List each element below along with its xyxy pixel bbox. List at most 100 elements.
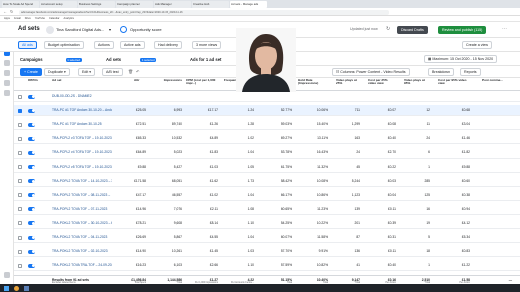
adset-name-link[interactable]: DUB-00-OD-2S - DNAME2 bbox=[52, 91, 112, 102]
adset-name-link[interactable]: TRA-POPL2 TOVA TOF – 08-11-2023 – bbox=[52, 190, 112, 201]
row-checkbox[interactable] bbox=[18, 122, 22, 127]
tab-campaigns[interactable]: Campaigns 1 selected bbox=[20, 55, 82, 65]
bookmark-item[interactable]: Analytics bbox=[64, 16, 74, 21]
col-header-onoff[interactable]: Off/On bbox=[28, 78, 38, 82]
row-on-off-toggle[interactable] bbox=[28, 235, 35, 240]
browser-tab[interactable]: Ad account setup bbox=[40, 1, 77, 8]
table-row[interactable]: TRA-PC #1 TOF Andom 30-10-25 £72.51 89,740… bbox=[14, 119, 520, 131]
refresh-icon[interactable]: ↻ bbox=[386, 26, 390, 32]
table-row[interactable]: TRA-POPL2 TOVA TOF – 08-11-2023 – £47.17 4… bbox=[14, 190, 520, 201]
opportunity-score[interactable]: Opportunity score bbox=[130, 27, 162, 32]
adset-name-link[interactable]: TRA-POKL2 TOVA TOF – 02-10-2023 bbox=[52, 246, 112, 257]
table-row[interactable]: TRA-POPL2 TOVA TOF – 14-10-2023 – 35% o.… bbox=[14, 176, 520, 187]
row-checkbox[interactable] bbox=[18, 108, 22, 113]
adset-name-link[interactable]: TRA-POKL2 TOVA TOF – 30-10-2023 – bank..… bbox=[52, 218, 112, 229]
col-header-cost-95[interactable]: Cost per 95% video view bbox=[438, 78, 470, 86]
browser-tab-active[interactable]: Ad sets - Manage ads bbox=[230, 1, 267, 8]
row-checkbox[interactable] bbox=[18, 165, 22, 169]
bookmark-item[interactable]: Apps bbox=[4, 16, 10, 21]
adset-name-link[interactable]: TRA-POPL2 TOVA TOF – 14-10-2023 – 35% o.… bbox=[52, 176, 112, 187]
reports-button[interactable]: Reports bbox=[460, 68, 481, 76]
chevron-down-icon[interactable]: ▾ bbox=[109, 27, 111, 32]
col-header-cost-25[interactable]: Cost per 25% video view bbox=[368, 78, 396, 86]
more-options-icon[interactable]: ⋯ bbox=[502, 26, 507, 32]
row-checkbox[interactable] bbox=[18, 150, 22, 155]
row-checkbox[interactable] bbox=[18, 249, 22, 254]
browser-tab[interactable]: Campaign planner bbox=[116, 1, 153, 8]
col-header-attr[interactable]: Attr bbox=[134, 78, 140, 82]
duplicate-button[interactable]: Duplicate ▾ bbox=[44, 68, 70, 76]
had-delivery-view[interactable]: Had delivery bbox=[154, 41, 182, 49]
adset-name-link[interactable]: TRA-POPL2 TOVA TOF – 07-11-2023 bbox=[52, 204, 112, 215]
row-on-off-toggle[interactable] bbox=[28, 94, 35, 99]
edit-button[interactable]: Edit ▾ bbox=[78, 68, 96, 76]
ab-test-button[interactable]: A/B test bbox=[102, 68, 123, 76]
bookmark-item[interactable]: Drive bbox=[25, 16, 31, 21]
row-on-off-toggle[interactable] bbox=[28, 179, 35, 184]
account-selector[interactable]: Tina Sandford Digital Ads... bbox=[56, 27, 104, 32]
windows-start-icon[interactable] bbox=[4, 285, 9, 291]
browser-tab[interactable]: Business Settings bbox=[78, 1, 115, 8]
row-on-off-toggle[interactable] bbox=[28, 207, 35, 212]
table-row[interactable]: TRA-POPL2 TOVA TOF – 07-11-2023 £14.96 7,0… bbox=[14, 204, 520, 215]
url-field[interactable]: adsmanager.facebook.com/adsmanager/manag… bbox=[19, 9, 389, 15]
adset-name-link[interactable]: TRA-POKL2 TOVA TRA-TOF – 24-09-2023 bbox=[52, 260, 112, 271]
row-on-off-toggle[interactable] bbox=[28, 108, 35, 113]
adset-name-link[interactable]: TRA-PC #1 TOF Andom 30-10-25 bbox=[52, 119, 112, 130]
col-header-impressions[interactable]: Impressions bbox=[152, 78, 182, 82]
reload-icon[interactable]: ↻ bbox=[10, 9, 13, 14]
row-on-off-toggle[interactable] bbox=[28, 165, 35, 169]
table-row[interactable]: TRA-PCPL2 v5 TOFA TOF – 19-10-2023 £9.88 5… bbox=[14, 162, 520, 173]
table-row[interactable]: TRA-POKL2 TOVA TRA-TOF – 24-09-2023 £16.2… bbox=[14, 260, 520, 272]
table-row[interactable]: TRA-POKL2 TOVA TOF – 02-10-2023 £14.90 10,… bbox=[14, 246, 520, 258]
budget-optimisation-view[interactable]: Budget optimisation bbox=[44, 41, 84, 49]
table-row[interactable]: TRA-PCPL2 v3 TOFA TOF – 19-10-2023 £65.33… bbox=[14, 133, 520, 145]
tab-adsets[interactable]: Ad sets 1 selected bbox=[106, 55, 157, 65]
create-view-button[interactable]: Create a view bbox=[462, 41, 492, 49]
col-header-adset[interactable]: Ad set bbox=[52, 78, 61, 82]
table-row[interactable]: TRA-POKL2 TOVA TOF – 04-11-2023 £26.69 5,8… bbox=[14, 232, 520, 244]
reports-icon[interactable] bbox=[4, 70, 10, 76]
all-ads-view[interactable]: All ads bbox=[18, 41, 37, 49]
browser-taskbar-icon[interactable] bbox=[14, 285, 19, 291]
row-on-off-toggle[interactable] bbox=[28, 122, 35, 127]
row-checkbox[interactable] bbox=[18, 235, 22, 240]
app-taskbar-icon[interactable] bbox=[24, 285, 29, 291]
row-checkbox[interactable] bbox=[18, 207, 22, 212]
row-checkbox[interactable] bbox=[18, 94, 22, 99]
col-header-video-95[interactable]: Video plays at 95% bbox=[404, 78, 430, 86]
col-header-post-comments[interactable]: Post comme... bbox=[482, 78, 516, 82]
bookmark-item[interactable]: Gmail bbox=[14, 16, 21, 21]
row-on-off-toggle[interactable] bbox=[28, 263, 35, 268]
row-checkbox[interactable] bbox=[18, 221, 22, 226]
tab-ads[interactable]: Ads for 1 ad set bbox=[190, 55, 221, 65]
more-views-button[interactable]: 3 more views bbox=[192, 41, 222, 49]
columns-selector[interactable]: ☷ Columns: Power Content - Video Results bbox=[332, 68, 410, 76]
table-row[interactable]: TRA-POKL2 TOVA TOF – 30-10-2023 – bank..… bbox=[14, 218, 520, 230]
col-header-video-25[interactable]: Video plays at 25% bbox=[336, 78, 360, 86]
browser-tab[interactable]: How To Scale Ad Spend bbox=[2, 1, 39, 8]
adset-name-link[interactable]: TRA-PCPL2 v4 TOFA TOF – 19-10-2023 bbox=[52, 147, 112, 158]
adset-name-link[interactable]: TRA-PC #1 TOF Andom 30-10-20 – Andome... bbox=[52, 105, 112, 116]
help-icon[interactable] bbox=[4, 272, 10, 278]
row-checkbox[interactable] bbox=[18, 193, 22, 198]
back-icon[interactable]: ← bbox=[3, 9, 7, 14]
table-row[interactable]: TRA-PC #1 TOF Andom 30-10-20 – Andome...… bbox=[14, 105, 520, 117]
browser-tab[interactable]: Creative Hub bbox=[192, 1, 229, 8]
create-button[interactable]: + Create bbox=[20, 68, 42, 76]
col-header-hold-rate[interactable]: Hold Rate (Impressions) bbox=[298, 78, 326, 86]
settings-icon[interactable] bbox=[4, 90, 10, 96]
col-header-cpm[interactable]: CPM (cost per 1,000 impr...) bbox=[186, 78, 218, 86]
breakdown-button[interactable]: Breakdown bbox=[428, 68, 454, 76]
actions-view[interactable]: Actions bbox=[94, 41, 114, 49]
table-row[interactable]: DUB-00-OD-2S - DNAME2 bbox=[14, 91, 520, 103]
date-range-picker[interactable]: ▦ Maximum: 15 Oct 2020 - 15 Nov 2020 bbox=[424, 55, 498, 63]
row-checkbox[interactable] bbox=[18, 136, 22, 141]
row-on-off-toggle[interactable] bbox=[28, 249, 35, 254]
active-ads-view[interactable]: Active ads bbox=[120, 41, 145, 49]
adset-name-link[interactable]: TRA-POKL2 TOVA TOF – 04-11-2023 bbox=[52, 232, 112, 243]
row-checkbox[interactable] bbox=[18, 179, 22, 184]
browser-tab[interactable]: Ads Manager bbox=[154, 1, 191, 8]
table-row[interactable]: TRA-PCPL2 v4 TOFA TOF – 19-10-2023 £64.89… bbox=[14, 147, 520, 159]
row-checkbox[interactable] bbox=[18, 263, 22, 268]
